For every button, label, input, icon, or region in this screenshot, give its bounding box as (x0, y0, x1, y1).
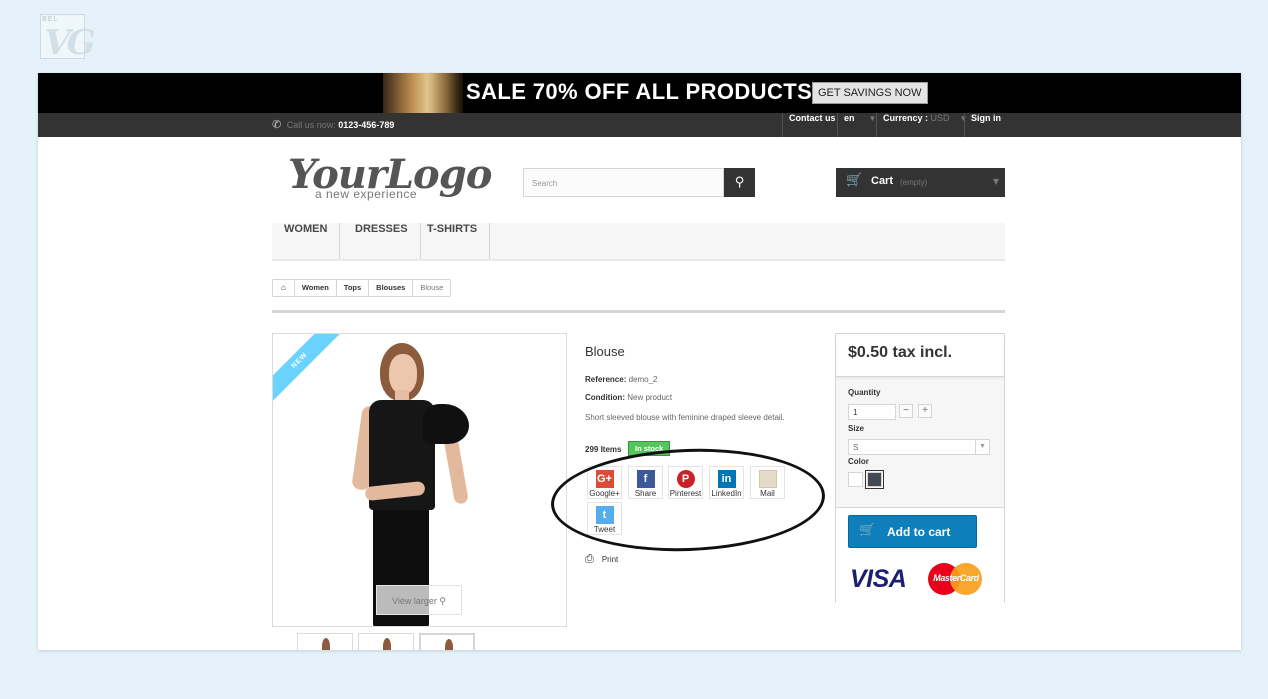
site-logo[interactable]: YourLogo a new experience (288, 151, 492, 201)
breadcrumb-blouses[interactable]: Blouses (369, 280, 414, 296)
currency-selector[interactable]: Currency : USD ▼ (876, 113, 973, 137)
menu-item-dresses[interactable]: DRESSES (343, 223, 421, 259)
menu-item-t-shirts[interactable]: T-SHIRTS (415, 223, 491, 259)
color-label: Color (848, 457, 869, 466)
payment-logos: VISA MasterCard (850, 561, 985, 597)
phone-info: ✆ Call us now: 0123-456-789 (272, 118, 394, 131)
size-select[interactable]: S ▼ (848, 439, 990, 455)
logo-tagline: a new experience (315, 187, 418, 201)
add-to-cart-button[interactable]: 🛒 Add to cart (848, 515, 977, 548)
buy-box: $0.50 tax incl. Quantity 1 − + Size S ▼ … (835, 333, 1005, 603)
cart-icon: 🛒 (846, 173, 863, 188)
phone-label: Call us now: (286, 120, 336, 130)
color-swatch-white[interactable] (848, 472, 863, 487)
thumbnail-1[interactable] (297, 633, 353, 650)
highlight-annotation (549, 444, 827, 556)
contact-us-link[interactable]: Contact us (782, 113, 842, 137)
watermark-text: BEL (42, 15, 59, 23)
top-nav-bar: ✆ Call us now: 0123-456-789 Contact us e… (38, 113, 1241, 137)
breadcrumb: ⌂ Women Tops Blouses Blouse (272, 279, 452, 297)
new-badge: NEW (273, 334, 346, 407)
browser-frame: SALE 70% OFF ALL PRODUCTS GET SAVINGS NO… (38, 73, 1241, 650)
watermark-mark: VG (39, 23, 96, 63)
condition-row: Condition: New product (585, 393, 673, 402)
condition-value: New product (627, 393, 673, 402)
menu-item-women[interactable]: WOMEN (272, 223, 341, 259)
quantity-increase-button[interactable]: + (918, 404, 932, 418)
quantity-decrease-button[interactable]: − (899, 404, 913, 418)
mastercard-logo: MasterCard (928, 563, 984, 595)
search-input[interactable]: Search (523, 168, 724, 197)
breadcrumb-current: Blouse (420, 283, 444, 292)
quantity-label: Quantity (848, 388, 881, 397)
product-title: Blouse (585, 344, 625, 359)
cart-button[interactable]: 🛒 Cart (empty) ▼ (836, 168, 1005, 197)
color-swatch-dark[interactable] (865, 470, 884, 489)
breadcrumb-women[interactable]: Women (295, 280, 337, 296)
main-menu: WOMEN DRESSES T-SHIRTS (272, 223, 1005, 261)
divider (272, 310, 1005, 313)
chevron-down-icon: ▼ (975, 440, 989, 454)
watermark-logo: BEL VG (40, 14, 96, 63)
home-icon[interactable]: ⌂ (273, 280, 295, 296)
chevron-down-icon: ▼ (992, 177, 999, 186)
sign-in-link[interactable]: Sign in (964, 113, 1007, 137)
size-label: Size (848, 424, 865, 433)
breadcrumb-tops[interactable]: Tops (337, 280, 370, 296)
search-icon: ⚲ (734, 175, 745, 190)
view-larger-button[interactable]: View larger ⚲ (376, 585, 462, 615)
phone-number: 0123-456-789 (338, 120, 395, 130)
reference-value: demo_2 (628, 375, 658, 384)
get-savings-button[interactable]: GET SAVINGS NOW (812, 82, 928, 104)
reference-row: Reference: demo_2 (585, 375, 658, 384)
cart-status: (empty) (900, 178, 928, 187)
zoom-icon: ⚲ (439, 596, 446, 606)
quantity-input[interactable]: 1 (848, 404, 896, 420)
thumbnail-3[interactable] (419, 633, 475, 650)
product-description: Short sleeved blouse with feminine drape… (585, 413, 785, 422)
visa-logo: VISA (850, 565, 907, 593)
search-button[interactable]: ⚲ (724, 168, 755, 197)
product-price: $0.50 tax incl. (848, 344, 953, 361)
quantity-available: 299 Items (585, 445, 622, 454)
cart-icon: 🛒 (859, 523, 876, 538)
phone-icon: ✆ (272, 119, 282, 131)
product-image[interactable]: NEW View larger ⚲ (272, 333, 567, 627)
print-button[interactable]: ⎙ Print (585, 553, 618, 566)
cart-label: Cart (871, 175, 894, 187)
thumbnail-2[interactable] (358, 633, 414, 650)
banner-headline: SALE 70% OFF ALL PRODUCTS (466, 79, 813, 104)
printer-icon: ⎙ (585, 553, 594, 565)
promo-banner[interactable]: SALE 70% OFF ALL PRODUCTS GET SAVINGS NO… (38, 73, 1241, 113)
